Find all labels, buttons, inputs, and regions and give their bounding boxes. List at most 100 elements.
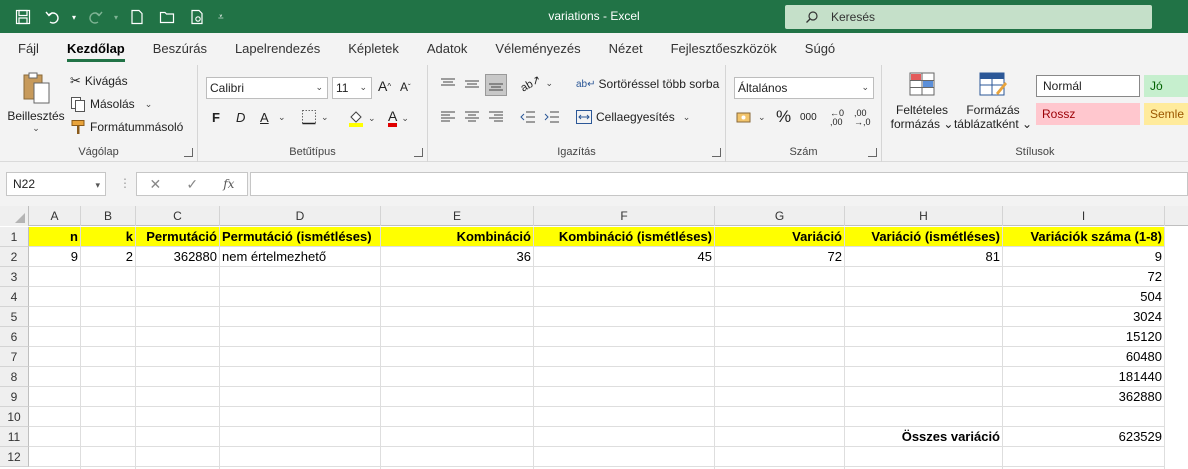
row-header-1[interactable]: 1 xyxy=(0,227,29,247)
paste-dropdown-icon[interactable]: ⌄ xyxy=(32,123,40,134)
tab-help[interactable]: Súgó xyxy=(805,33,848,65)
redo-dropdown-icon[interactable]: ▾ xyxy=(114,13,118,22)
enter-icon[interactable]: ✓ xyxy=(186,176,198,193)
cell-i2[interactable]: 9 xyxy=(1003,247,1165,267)
format-painter-button[interactable]: Formátummásoló xyxy=(70,117,183,137)
cell-c2[interactable]: 362880 xyxy=(136,247,220,267)
align-top-button[interactable] xyxy=(440,77,456,91)
cancel-icon[interactable]: ✕ xyxy=(150,176,162,193)
cell-i7[interactable]: 60480 xyxy=(1003,347,1165,367)
cell-h1[interactable]: Variáció (ismétléses) xyxy=(845,227,1003,247)
cell-i6[interactable]: 15120 xyxy=(1003,327,1165,347)
insert-function-button[interactable]: fx xyxy=(223,177,234,191)
format-as-table-button[interactable]: Formázás táblázatként ⌄ xyxy=(954,71,1032,131)
row-header-9[interactable]: 9 xyxy=(0,387,29,407)
tab-data[interactable]: Adatok xyxy=(427,33,480,65)
cell-i3[interactable]: 72 xyxy=(1003,267,1165,287)
font-name-select[interactable]: Calibri ⌄ xyxy=(206,77,328,99)
increase-font-size-button[interactable]: A ^ xyxy=(378,78,391,94)
row-header-5[interactable]: 5 xyxy=(0,307,29,327)
column-header-f[interactable]: F xyxy=(534,206,715,226)
tab-home[interactable]: Kezdőlap xyxy=(66,33,138,65)
number-format-select[interactable]: Általános ⌄ xyxy=(734,77,874,99)
print-preview-button[interactable] xyxy=(186,6,208,28)
increase-indent-button[interactable] xyxy=(544,110,560,124)
cell-a2[interactable]: 9 xyxy=(29,247,81,267)
decrease-indent-button[interactable] xyxy=(520,110,536,124)
column-header-a[interactable]: A xyxy=(29,206,81,226)
cell-f2[interactable]: 45 xyxy=(534,247,715,267)
cell-e2[interactable]: 36 xyxy=(381,247,534,267)
redo-button[interactable] xyxy=(84,6,106,28)
cell-i1[interactable]: Variációk száma (1-8) xyxy=(1003,227,1165,247)
style-neutral[interactable]: Semle xyxy=(1144,103,1188,125)
cell-e1[interactable]: Kombináció xyxy=(381,227,534,247)
new-file-button[interactable] xyxy=(126,6,148,28)
decrease-decimal-button[interactable]: ,00 →,0 xyxy=(854,109,871,127)
wrap-text-button[interactable]: ab↵ Sortöréssel több sorba xyxy=(576,77,719,91)
align-right-button[interactable] xyxy=(488,110,504,124)
fill-color-button[interactable]: ⌄ xyxy=(348,109,376,127)
merge-center-button[interactable]: Cellaegyesítés ⌄ xyxy=(576,110,690,124)
cell-d2[interactable]: nem értelmezhető xyxy=(220,247,381,267)
percent-style-button[interactable]: % xyxy=(776,107,791,127)
style-bad[interactable]: Rossz xyxy=(1036,103,1140,125)
clipboard-launcher-icon[interactable] xyxy=(184,148,193,157)
conditional-formatting-button[interactable]: Feltételes formázás ⌄ xyxy=(890,71,954,131)
cell-b2[interactable]: 2 xyxy=(81,247,136,267)
name-box[interactable]: N22 ▾ xyxy=(6,172,106,196)
align-center-button[interactable] xyxy=(464,110,480,124)
column-header-h[interactable]: H xyxy=(845,206,1003,226)
cell-h2[interactable]: 81 xyxy=(845,247,1003,267)
tab-file[interactable]: Fájl xyxy=(18,33,52,65)
cell-i9[interactable]: 362880 xyxy=(1003,387,1165,407)
open-button[interactable] xyxy=(156,6,178,28)
row-header-2[interactable]: 2 xyxy=(0,247,29,267)
cell-c1[interactable]: Permutáció xyxy=(136,227,220,247)
tab-review[interactable]: Véleményezés xyxy=(495,33,593,65)
column-header-b[interactable]: B xyxy=(81,206,136,226)
italic-button[interactable]: D xyxy=(236,110,245,125)
save-button[interactable] xyxy=(12,6,34,28)
column-header-e[interactable]: E xyxy=(381,206,534,226)
accounting-format-button[interactable]: ⌄ xyxy=(736,110,766,124)
undo-dropdown-icon[interactable]: ▾ xyxy=(72,13,76,22)
alignment-launcher-icon[interactable] xyxy=(712,148,721,157)
orientation-button[interactable]: ab↗ ⌄ xyxy=(519,73,553,94)
tab-developer[interactable]: Fejlesztőeszközök xyxy=(671,33,790,65)
cell-h11[interactable]: Összes variáció xyxy=(845,427,1003,447)
underline-dropdown-icon[interactable]: ⌄ xyxy=(278,112,286,123)
search-box[interactable]: Keresés xyxy=(785,5,1152,29)
cell-a1[interactable]: n xyxy=(29,227,81,247)
customize-qat-icon[interactable]: ⩡ xyxy=(218,12,224,23)
decrease-font-size-button[interactable]: Aˇ xyxy=(400,80,411,94)
copy-dropdown-icon[interactable]: ⌄ xyxy=(145,99,153,110)
number-launcher-icon[interactable] xyxy=(868,148,877,157)
font-launcher-icon[interactable] xyxy=(414,148,423,157)
row-header-12[interactable]: 12 xyxy=(0,447,29,467)
increase-decimal-button[interactable]: ←0,00 xyxy=(830,109,844,127)
align-bottom-button[interactable] xyxy=(485,74,507,96)
formula-input[interactable] xyxy=(250,172,1188,196)
column-header-d[interactable]: D xyxy=(220,206,381,226)
tab-view[interactable]: Nézet xyxy=(609,33,656,65)
cell-i8[interactable]: 181440 xyxy=(1003,367,1165,387)
bold-button[interactable]: F xyxy=(212,110,220,125)
select-all-button[interactable] xyxy=(0,206,29,226)
row-header-3[interactable]: 3 xyxy=(0,267,29,287)
font-color-button[interactable]: A ⌄ xyxy=(388,109,409,127)
paste-button[interactable]: Beillesztés ⌄ xyxy=(7,71,65,141)
style-normal[interactable]: Normál xyxy=(1036,75,1140,97)
tab-insert[interactable]: Beszúrás xyxy=(153,33,220,65)
cell-g1[interactable]: Variáció xyxy=(715,227,845,247)
tab-formulas[interactable]: Képletek xyxy=(348,33,412,65)
row-header-8[interactable]: 8 xyxy=(0,367,29,387)
comma-style-button[interactable]: 000 xyxy=(800,112,817,123)
cell-f1[interactable]: Kombináció (ismétléses) xyxy=(534,227,715,247)
cell-i4[interactable]: 504 xyxy=(1003,287,1165,307)
align-middle-button[interactable] xyxy=(464,77,480,91)
undo-button[interactable] xyxy=(42,6,64,28)
cell-i5[interactable]: 3024 xyxy=(1003,307,1165,327)
cell-i11[interactable]: 623529 xyxy=(1003,427,1165,447)
cell-b1[interactable]: k xyxy=(81,227,136,247)
